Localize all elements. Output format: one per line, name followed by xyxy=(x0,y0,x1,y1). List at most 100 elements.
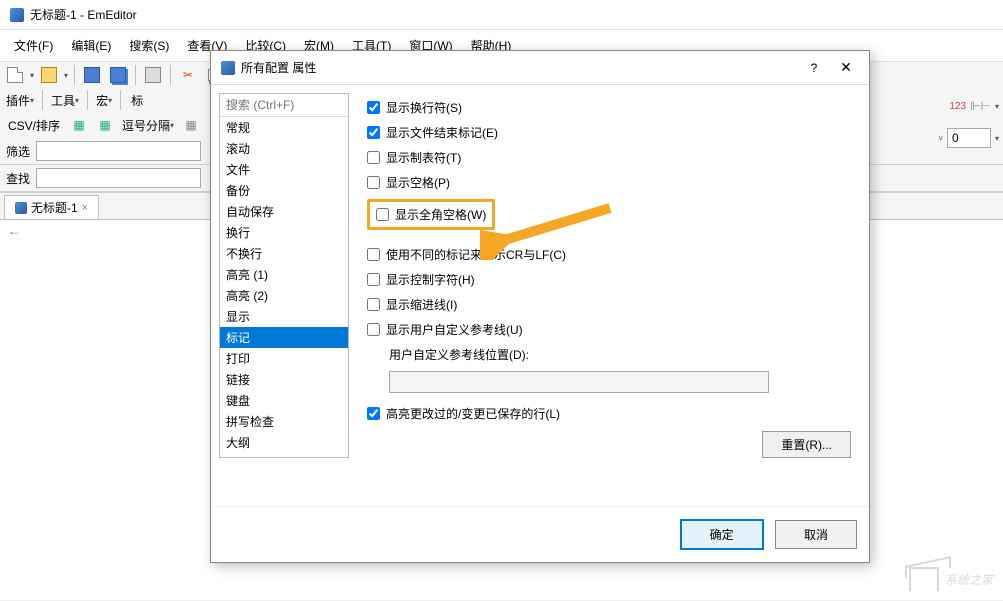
dialog-search-input[interactable] xyxy=(220,94,348,117)
chevron-down-icon: ▾ xyxy=(30,96,34,105)
option-label: 显示缩进线(I) xyxy=(386,296,457,313)
category-item[interactable]: 不换行 xyxy=(220,243,348,264)
option-label: 显示制表符(T) xyxy=(386,149,461,166)
option-highlight-changed[interactable]: 高亮更改过的/变更已保存的行(L) xyxy=(367,405,851,422)
table-icon: ▦ xyxy=(99,118,110,132)
category-item[interactable]: 大纲 xyxy=(220,432,348,453)
checkbox-highlight-changed[interactable] xyxy=(367,407,380,420)
option-label: 显示全角空格(W) xyxy=(395,206,486,223)
chevron-down-icon: ▾ xyxy=(75,96,79,105)
chevron-down-icon[interactable]: ˅ xyxy=(938,134,943,143)
checkbox-show-newline[interactable] xyxy=(367,101,380,114)
chevron-down-icon: ▾ xyxy=(108,96,112,105)
close-tab-button[interactable]: × xyxy=(82,202,88,214)
option-show-eof[interactable]: 显示文件结束标记(E) xyxy=(367,124,851,141)
checkbox-show-space[interactable] xyxy=(367,176,380,189)
checkbox-show-user-guide[interactable] xyxy=(367,323,380,336)
chevron-down-icon[interactable]: ▾ xyxy=(995,134,999,143)
checkbox-show-eof[interactable] xyxy=(367,126,380,139)
watermark-text: 系统之家 xyxy=(945,571,993,588)
plugins-dropdown[interactable]: 插件 ▾ xyxy=(4,92,36,109)
comma-split-dropdown[interactable]: 逗号分隔 ▾ xyxy=(120,117,176,134)
print-button[interactable] xyxy=(142,64,164,86)
column-number-box[interactable]: 0 xyxy=(947,128,991,148)
separator xyxy=(170,65,171,85)
category-item[interactable]: 文件 xyxy=(220,159,348,180)
dialog-icon xyxy=(221,61,235,75)
filter-input[interactable] xyxy=(36,141,201,161)
category-item[interactable]: 显示 xyxy=(220,306,348,327)
option-show-user-guide[interactable]: 显示用户自定义参考线(U) xyxy=(367,321,851,338)
category-item[interactable]: 标记 xyxy=(220,327,348,348)
menu-file[interactable]: 文件(F) xyxy=(6,34,61,57)
scissors-icon: ✂ xyxy=(183,68,193,82)
csv-btn-2[interactable]: ▦ xyxy=(94,114,116,136)
open-file-button[interactable] xyxy=(38,64,60,86)
document-tab[interactable]: 无标题-1 × xyxy=(4,195,99,219)
house-icon xyxy=(909,567,939,591)
chevron-down-icon[interactable]: ▾ xyxy=(995,102,999,111)
option-show-space[interactable]: 显示空格(P) xyxy=(367,174,851,191)
category-item[interactable]: 链接 xyxy=(220,369,348,390)
ok-button[interactable]: 确定 xyxy=(680,519,764,550)
dialog-main-panel: 显示换行符(S) 显示文件结束标记(E) 显示制表符(T) 显示空格(P) 显示… xyxy=(357,93,861,458)
category-item[interactable]: 打印 xyxy=(220,348,348,369)
dropdown-arrow-icon[interactable]: ▾ xyxy=(64,71,68,80)
app-icon xyxy=(10,8,24,22)
checkbox-show-tab[interactable] xyxy=(367,151,380,164)
csv-btn-3[interactable]: ▦ xyxy=(180,114,202,136)
save-button[interactable] xyxy=(81,64,103,86)
dialog-help-button[interactable]: ? xyxy=(801,61,827,75)
dialog-close-button[interactable]: ✕ xyxy=(833,59,859,76)
menu-edit[interactable]: 编辑(E) xyxy=(63,34,119,57)
category-item[interactable]: 常规 xyxy=(220,117,348,138)
save-all-icon xyxy=(110,67,126,83)
filter-label: 筛选 xyxy=(6,143,30,160)
tools-label: 工具 xyxy=(51,92,75,109)
dialog-sidebar: 常规滚动文件备份自动保存换行不换行高亮 (1)高亮 (2)显示标记打印链接键盘拼… xyxy=(219,93,349,458)
macro-dropdown[interactable]: 宏 ▾ xyxy=(94,92,114,109)
checkbox-diff-crlf[interactable] xyxy=(367,248,380,261)
checkbox-show-fullwidth-space[interactable] xyxy=(376,208,389,221)
reset-button[interactable]: 重置(R)... xyxy=(762,431,851,458)
category-item[interactable]: 自动保存 xyxy=(220,201,348,222)
category-list[interactable]: 常规滚动文件备份自动保存换行不换行高亮 (1)高亮 (2)显示标记打印链接键盘拼… xyxy=(220,117,348,457)
category-item[interactable]: 拼写检查 xyxy=(220,411,348,432)
tools-dropdown[interactable]: 工具 ▾ xyxy=(49,92,81,109)
option-show-newline[interactable]: 显示换行符(S) xyxy=(367,99,851,116)
category-item[interactable]: 换行 xyxy=(220,222,348,243)
ruler-scale-icon[interactable]: ⊩⊢ xyxy=(970,99,991,113)
watermark: 系统之家 xyxy=(909,567,993,591)
titlebar: 无标题-1 - EmEditor xyxy=(0,0,1003,30)
separator xyxy=(42,90,43,110)
save-all-button[interactable] xyxy=(107,64,129,86)
option-show-ctrl[interactable]: 显示控制字符(H) xyxy=(367,271,851,288)
option-label: 使用不同的标记来显示CR与LF(C) xyxy=(386,246,566,263)
category-item[interactable]: 键盘 xyxy=(220,390,348,411)
option-show-indent[interactable]: 显示缩进线(I) xyxy=(367,296,851,313)
right-toolbar-fragment-2: ˅ 0 ▾ xyxy=(938,128,999,148)
option-label: 高亮更改过的/变更已保存的行(L) xyxy=(386,405,560,422)
document-tab-label: 无标题-1 xyxy=(31,199,78,216)
printer-icon xyxy=(145,67,161,83)
new-file-button[interactable] xyxy=(4,64,26,86)
category-item[interactable]: 高亮 (1) xyxy=(220,264,348,285)
category-item[interactable]: 滚动 xyxy=(220,138,348,159)
checkbox-show-ctrl[interactable] xyxy=(367,273,380,286)
option-diff-crlf[interactable]: 使用不同的标记来显示CR与LF(C) xyxy=(367,246,851,263)
checkbox-show-indent[interactable] xyxy=(367,298,380,311)
dropdown-arrow-icon[interactable]: ▾ xyxy=(30,71,34,80)
separator xyxy=(135,65,136,85)
user-guide-pos-input[interactable] xyxy=(389,371,769,393)
category-item[interactable]: 备份 xyxy=(220,180,348,201)
csv-btn-1[interactable]: ▦ xyxy=(68,114,90,136)
search-input[interactable] xyxy=(36,168,201,188)
category-item[interactable]: 高亮 (2) xyxy=(220,285,348,306)
option-show-fullwidth-space[interactable]: 显示全角空格(W) xyxy=(367,199,495,230)
cut-button[interactable]: ✂ xyxy=(177,64,199,86)
option-show-tab[interactable]: 显示制表符(T) xyxy=(367,149,851,166)
separator xyxy=(120,90,121,110)
cancel-button[interactable]: 取消 xyxy=(775,520,857,549)
menu-search[interactable]: 搜索(S) xyxy=(121,34,177,57)
ruler-icon[interactable]: 123 xyxy=(949,101,966,112)
